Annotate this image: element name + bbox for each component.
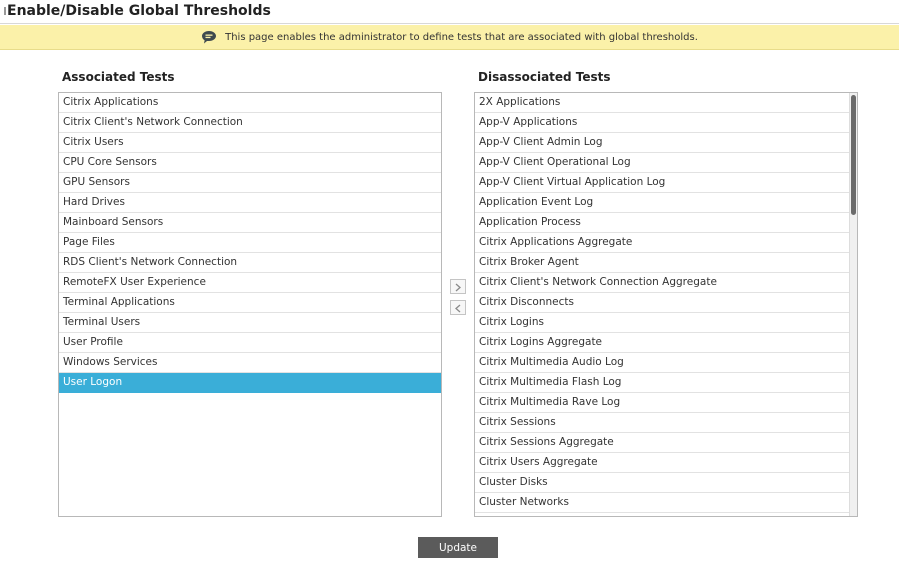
list-item[interactable]: Cluster Disks	[475, 473, 849, 493]
list-item[interactable]: App-V Client Operational Log	[475, 153, 849, 173]
list-item[interactable]: Citrix Multimedia Rave Log	[475, 393, 849, 413]
move-to-associated-button[interactable]	[450, 279, 466, 294]
list-item[interactable]: Citrix Client's Network Connection	[59, 113, 441, 133]
list-item[interactable]: Windows Services	[59, 353, 441, 373]
list-item[interactable]: Citrix Logins	[475, 313, 849, 333]
list-item[interactable]: App-V Client Admin Log	[475, 133, 849, 153]
list-item[interactable]: Citrix Applications Aggregate	[475, 233, 849, 253]
list-item[interactable]: Terminal Users	[59, 313, 441, 333]
list-item[interactable]: Cluster Networks	[475, 493, 849, 513]
associated-tests-heading: Associated Tests	[62, 70, 175, 84]
scrollbar-thumb[interactable]	[851, 95, 856, 215]
list-item[interactable]: Citrix Client's Network Connection Aggre…	[475, 273, 849, 293]
list-item[interactable]: Application Event Log	[475, 193, 849, 213]
list-item[interactable]: Citrix Logins Aggregate	[475, 333, 849, 353]
edge-mark	[4, 7, 6, 15]
list-item[interactable]: CPU Core Sensors	[59, 153, 441, 173]
associated-tests-list[interactable]: Citrix Applications Citrix Client's Netwo…	[58, 92, 442, 517]
disassociated-scrollbar[interactable]	[849, 93, 857, 516]
list-item[interactable]: RDS Client's Network Connection	[59, 253, 441, 273]
update-button[interactable]: Update	[418, 537, 498, 558]
disassociated-tests-heading: Disassociated Tests	[478, 70, 611, 84]
list-item[interactable]: Citrix Users Aggregate	[475, 453, 849, 473]
list-item[interactable]: 2X Applications	[475, 93, 849, 113]
list-item[interactable]: Citrix Sessions Aggregate	[475, 433, 849, 453]
list-item[interactable]: Citrix Users	[59, 133, 441, 153]
info-message: This page enables the administrator to d…	[225, 31, 698, 43]
page-title-text: Enable/Disable Global Thresholds	[7, 3, 271, 19]
list-item[interactable]: RemoteFX User Experience	[59, 273, 441, 293]
list-item[interactable]: App-V Client Virtual Application Log	[475, 173, 849, 193]
list-item[interactable]: GPU Sensors	[59, 173, 441, 193]
list-item[interactable]: Hard Drives	[59, 193, 441, 213]
list-item[interactable]: Mainboard Sensors	[59, 213, 441, 233]
list-item[interactable]: Citrix Multimedia Audio Log	[475, 353, 849, 373]
info-bar: This page enables the administrator to d…	[0, 25, 899, 50]
disassociated-items: 2X Applications App-V Applications App-V C…	[475, 93, 857, 513]
list-item[interactable]: Page Files	[59, 233, 441, 253]
list-item[interactable]: Citrix Sessions	[475, 413, 849, 433]
chevron-left-icon	[454, 298, 462, 317]
list-item[interactable]: Application Process	[475, 213, 849, 233]
list-item[interactable]: App-V Applications	[475, 113, 849, 133]
chevron-right-icon	[454, 277, 462, 296]
list-item[interactable]: Citrix Multimedia Flash Log	[475, 373, 849, 393]
list-item[interactable]: Citrix Applications	[59, 93, 441, 113]
list-item[interactable]: User Logon	[59, 373, 441, 393]
page-title: Enable/Disable Global Thresholds	[0, 0, 899, 24]
list-item[interactable]: User Profile	[59, 333, 441, 353]
disassociated-tests-list[interactable]: 2X Applications App-V Applications App-V C…	[474, 92, 858, 517]
list-item[interactable]: Terminal Applications	[59, 293, 441, 313]
move-to-disassociated-button[interactable]	[450, 300, 466, 315]
list-item[interactable]: Citrix Broker Agent	[475, 253, 849, 273]
list-item[interactable]: Citrix Disconnects	[475, 293, 849, 313]
speech-bubble-icon	[201, 30, 217, 44]
